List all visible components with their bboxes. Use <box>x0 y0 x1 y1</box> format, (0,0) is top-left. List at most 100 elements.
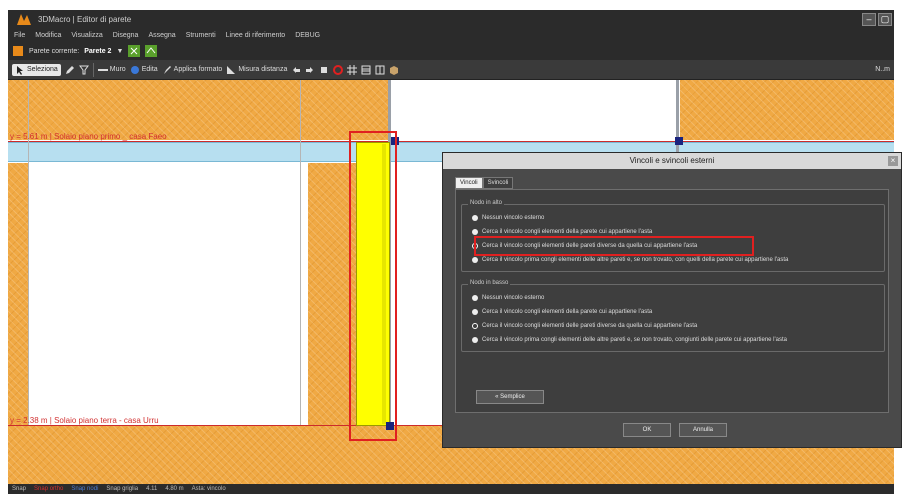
redo-icon[interactable] <box>305 65 315 75</box>
beam-node-right[interactable] <box>675 137 683 145</box>
draw-tool-button[interactable] <box>65 65 75 75</box>
measure-label: Misura distanza <box>238 66 288 73</box>
select-tool-label: Seleziona <box>27 66 58 73</box>
status-coord-x: 4.11 <box>146 486 158 492</box>
title-bar: 3DMacro | Editor di parete – ▢ <box>8 10 894 28</box>
group-top-title: Nodo in alto <box>468 200 505 206</box>
close-icon[interactable]: × <box>888 156 898 166</box>
top-option-1[interactable]: Cerca il vincolo congli elementi della p… <box>472 229 652 235</box>
status-snap-nodes[interactable]: Snap nodi <box>71 486 98 492</box>
grid-icon[interactable] <box>347 64 358 75</box>
level-line-top <box>8 141 894 142</box>
dialog-title: Vincoli e svincoli esterni × <box>443 153 901 169</box>
top-option-0[interactable]: Nessun vincolo esterno <box>472 215 544 221</box>
bottom-option-1[interactable]: Cerca il vincolo congli elementi della p… <box>472 309 652 315</box>
top-option-3[interactable]: Cerca il vincolo prima congli elementi d… <box>472 257 788 263</box>
level-label-bottom: y = 2.38 m | Solaio piano terra - casa U… <box>10 416 159 425</box>
cube-icon[interactable] <box>389 65 399 75</box>
cancel-button[interactable]: Annulla <box>679 423 727 437</box>
status-snap-grid[interactable]: Snap griglia <box>106 486 138 492</box>
menu-assegna[interactable]: Assegna <box>148 32 175 39</box>
prev-wall-icon[interactable] <box>128 45 141 57</box>
wall-icon <box>13 46 23 56</box>
table-icon[interactable] <box>361 65 371 75</box>
node-tool-icon[interactable] <box>319 65 329 75</box>
simplify-button[interactable]: « Semplice <box>476 390 544 404</box>
menu-bar: File Modifica Visualizza Disegna Assegna… <box>8 28 894 42</box>
target-icon[interactable] <box>333 64 344 75</box>
dialog-title-text: Vincoli e svincoli esterni <box>629 156 715 165</box>
status-bar: Snap Snap ortho Snap nodi Snap griglia 4… <box>8 484 894 494</box>
bottom-option-0[interactable]: Nessun vincolo esterno <box>472 295 544 301</box>
radio-button[interactable] <box>472 229 478 235</box>
toolbar-divider <box>92 62 94 77</box>
constraints-panel: Nodo in alto Nessun vincolo esterno Cerc… <box>455 189 889 413</box>
filter-tool-button[interactable] <box>78 65 89 75</box>
opening <box>390 80 680 140</box>
wall-tool-button[interactable]: Muro <box>97 65 126 75</box>
masonry-block <box>8 80 308 140</box>
radio-button[interactable] <box>472 337 478 343</box>
radio-button-selected[interactable] <box>472 323 478 329</box>
ruler-icon <box>227 65 236 74</box>
menu-linee[interactable]: Linee di riferimento <box>226 32 286 39</box>
radio-button[interactable] <box>472 257 478 263</box>
grid-line <box>300 80 301 484</box>
menu-modifica[interactable]: Modifica <box>35 32 61 39</box>
menu-file[interactable]: File <box>14 32 25 39</box>
status-snap[interactable]: Snap <box>12 486 26 492</box>
measure-button[interactable]: Misura distanza <box>226 65 287 75</box>
masonry-block <box>8 163 28 425</box>
level-label-top: y = 5.61 m | Solaio piano primo _ casa F… <box>10 132 167 141</box>
wall-dropdown[interactable]: Parete 2 <box>84 48 111 55</box>
menu-disegna[interactable]: Disegna <box>113 32 139 39</box>
bottom-option-3-label: Cerca il vincolo prima congli elementi d… <box>482 337 787 343</box>
apply-format-button[interactable]: Applica formato <box>162 65 223 75</box>
wall-line-icon <box>97 68 108 71</box>
constraints-dialog: Vincoli e svincoli esterni × Vincoli Svi… <box>442 152 902 448</box>
highlight-box-option <box>474 236 754 256</box>
radio-button[interactable] <box>472 215 478 221</box>
bottom-option-1-label: Cerca il vincolo congli elementi della p… <box>482 309 653 315</box>
maximize-button[interactable]: ▢ <box>878 12 892 26</box>
status-coord-y: 4.80 m <box>165 486 184 492</box>
layout-icon[interactable] <box>375 65 385 75</box>
bottom-option-0-label: Nessun vincolo esterno <box>482 295 545 301</box>
radio-button[interactable] <box>472 295 478 301</box>
wall-label: Parete corrente: <box>29 47 80 55</box>
tab-vincoli[interactable]: Vincoli <box>455 177 483 189</box>
bottom-option-3[interactable]: Cerca il vincolo prima congli elementi d… <box>472 337 787 343</box>
ok-button[interactable]: OK <box>623 423 671 437</box>
toolbar: Seleziona Muro Edita Applica formato Mis… <box>8 60 894 80</box>
chevron-down-icon[interactable]: ▼ <box>116 48 123 55</box>
group-bottom-node: Nodo in basso Nessun vincolo esterno Cer… <box>461 280 885 352</box>
undo-icon[interactable] <box>291 65 301 75</box>
minimize-button[interactable]: – <box>862 12 876 26</box>
wall-selector-row: Parete corrente: Parete 2 ▼ <box>8 42 894 60</box>
select-tool-button[interactable]: Seleziona <box>12 63 61 76</box>
masonry-block <box>680 80 894 140</box>
highlight-box-beam <box>349 131 397 441</box>
wall-tool-label: Muro <box>109 66 126 73</box>
status-snap-ortho[interactable]: Snap ortho <box>34 486 63 492</box>
next-wall-icon[interactable] <box>145 45 158 57</box>
app-logo-icon <box>17 14 31 25</box>
radio-button[interactable] <box>472 309 478 315</box>
pencil-icon <box>65 65 74 74</box>
status-selection: Asta: vincolo <box>191 486 226 492</box>
edit-tool-button[interactable]: Edita <box>130 65 158 75</box>
tab-svincoli[interactable]: Svincoli <box>482 177 514 189</box>
edit-icon <box>130 65 139 74</box>
menu-debug[interactable]: DEBUG <box>295 32 320 39</box>
top-option-0-label: Nessun vincolo esterno <box>482 215 545 221</box>
bottom-option-2[interactable]: Cerca il vincolo congli elementi delle p… <box>472 323 697 329</box>
dialog-tabs: Vincoli Svincoli <box>455 177 514 189</box>
menu-strumenti[interactable]: Strumenti <box>186 32 216 39</box>
brush-icon <box>163 65 171 74</box>
menu-visualizza[interactable]: Visualizza <box>71 32 102 39</box>
bottom-option-2-label: Cerca il vincolo congli elementi delle p… <box>482 323 698 329</box>
apply-format-label: Applica formato <box>173 66 223 73</box>
top-option-3-label: Cerca il vincolo prima congli elementi d… <box>482 257 789 263</box>
units-label: N..m <box>875 66 890 73</box>
filter-icon <box>78 65 89 74</box>
